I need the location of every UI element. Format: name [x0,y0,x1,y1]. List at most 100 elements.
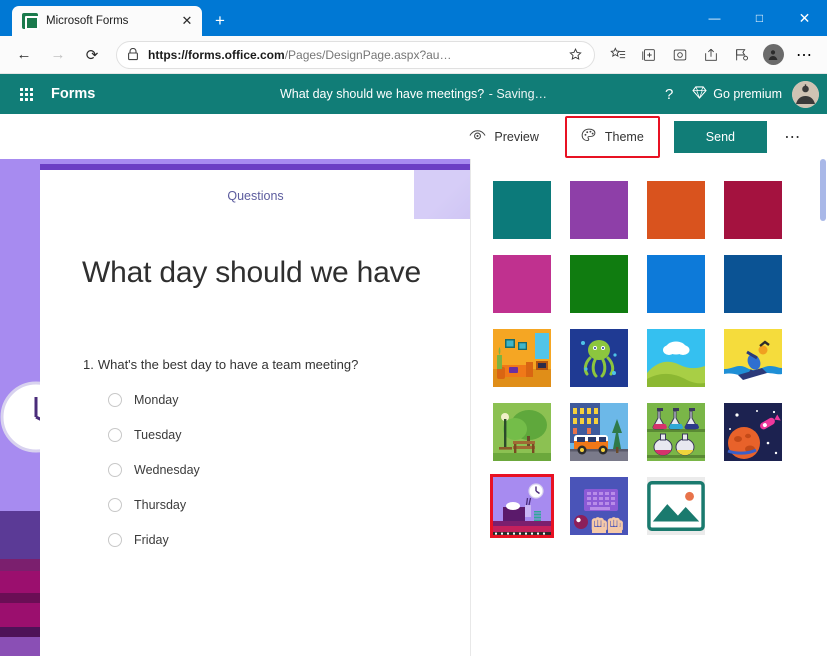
theme-cell [637,477,714,535]
theme-swatch-space-planet[interactable] [723,403,782,461]
forms-app-header: Forms What day should we have meetings? … [0,74,827,114]
theme-cell [714,255,791,313]
main-content: Questions What day should we have 1. Wha… [0,159,827,656]
theme-cell [483,181,560,239]
form-preview-stage: Questions What day should we have 1. Wha… [0,159,470,656]
diamond-icon [692,86,707,102]
option-label: Tuesday [134,428,182,442]
panel-scrollbar[interactable] [820,159,826,221]
theme-swatch-school-bus[interactable] [569,403,628,461]
theme-label: Theme [604,129,644,144]
forms-command-bar: Preview Theme Send ⋯ [0,114,827,159]
form-card-corner-decoration [414,170,470,219]
header-right-actions: ? Go premium [656,80,819,108]
theme-button-highlight: Theme [564,115,660,158]
theme-swatch-park-bench[interactable] [492,403,551,461]
theme-cell [483,474,560,538]
url-input[interactable]: https://forms.office.com/Pages/DesignPag… [116,40,595,69]
palette-icon [581,128,597,146]
option-row[interactable]: Wednesday [108,463,470,477]
form-title-text: What day should we have meetings? [279,87,485,101]
new-tab-button[interactable]: + [206,7,234,35]
theme-swatch-keyboard-hands[interactable] [569,477,628,535]
theme-button[interactable]: Theme [573,122,652,152]
theme-swatch-magenta[interactable] [492,255,551,313]
eye-icon [469,129,486,145]
theme-cell [483,403,560,461]
option-label: Thursday [134,498,187,512]
theme-swatch-blue[interactable] [646,255,705,313]
send-button[interactable]: Send [673,120,767,153]
theme-cell [714,329,791,387]
option-label: Monday [134,393,179,407]
collections-icon[interactable] [634,40,664,70]
browser-address-bar: ← → ⟳ https://forms.office.com/Pages/Des… [0,36,827,74]
avatar [762,44,784,65]
forward-button[interactable]: → [42,40,74,70]
theme-cell [560,403,637,461]
command-bar-more-button[interactable]: ⋯ [773,121,813,153]
question-text-row[interactable]: 1. What's the best day to have a team me… [83,357,470,372]
preview-button[interactable]: Preview [457,122,550,152]
theme-cell [560,329,637,387]
reload-button[interactable]: ⟳ [76,40,108,70]
preview-label: Preview [494,129,539,144]
option-label: Friday [134,533,169,547]
option-row[interactable]: Friday [108,533,470,547]
theme-swatch-snowboarder[interactable] [723,329,782,387]
theme-swatch-office-desk[interactable] [489,474,554,538]
browser-tab-title: Microsoft Forms [46,15,129,27]
theme-swatch-orange[interactable] [646,181,705,239]
radio-icon[interactable] [108,463,122,477]
immersive-reader-icon[interactable] [665,40,695,70]
radio-icon[interactable] [108,393,122,407]
help-icon[interactable]: ? [656,81,682,107]
theme-swatch-crimson[interactable] [723,181,782,239]
picture-icon [646,477,705,535]
theme-cell [560,181,637,239]
minimize-button[interactable]: — [692,0,737,36]
theme-swatch-science-flasks[interactable] [646,403,705,461]
theme-cell [483,329,560,387]
theme-cell [714,403,791,461]
close-window-button[interactable]: ✕ [782,0,827,36]
browser-tab[interactable]: Microsoft Forms ✕ [12,6,202,36]
pin-icon[interactable] [727,40,757,70]
option-label: Wednesday [134,463,200,477]
option-row[interactable]: Tuesday [108,428,470,442]
theme-grid [471,181,827,538]
maximize-button[interactable]: □ [737,0,782,36]
radio-icon[interactable] [108,498,122,512]
profile-icon[interactable] [758,40,788,70]
question-block: 1. What's the best day to have a team me… [83,357,470,547]
theme-cell [637,329,714,387]
tab-questions[interactable]: Questions [40,170,470,203]
theme-swatch-purple[interactable] [569,181,628,239]
theme-swatch-dark-blue[interactable] [723,255,782,313]
question-title: What's the best day to have a team meeti… [97,357,359,372]
favorites-star-icon[interactable] [566,48,584,61]
share-icon[interactable] [696,40,726,70]
forms-brand-label[interactable]: Forms [51,86,95,102]
theme-swatch-octopus[interactable] [569,329,628,387]
theme-swatch-living-room[interactable] [492,329,551,387]
form-heading[interactable]: What day should we have [82,256,470,290]
go-premium-button[interactable]: Go premium [688,86,786,102]
theme-swatch-green[interactable] [569,255,628,313]
user-avatar[interactable] [792,80,819,108]
theme-swatch-custom-image[interactable] [646,477,705,535]
option-row[interactable]: Thursday [108,498,470,512]
theme-swatch-teal[interactable] [492,181,551,239]
option-row[interactable]: Monday [108,393,470,407]
favorites-icon[interactable] [603,40,633,70]
radio-icon[interactable] [108,428,122,442]
radio-icon[interactable] [108,533,122,547]
form-card: Questions What day should we have 1. Wha… [40,164,470,656]
theme-cell [560,477,637,535]
back-button[interactable]: ← [8,40,40,70]
url-path: /Pages/DesignPage.aspx?au… [284,47,452,62]
app-launcher-icon[interactable] [10,78,42,110]
browser-more-button[interactable]: ⋯ [789,40,819,70]
theme-swatch-landscape-cloud[interactable] [646,329,705,387]
close-tab-icon[interactable]: ✕ [178,12,196,30]
